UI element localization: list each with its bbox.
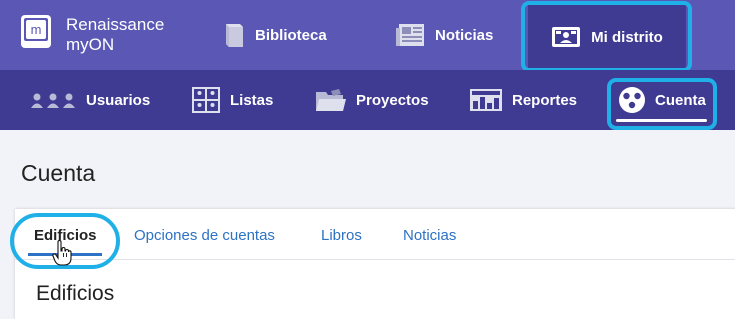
- tab-noticias[interactable]: Noticias: [403, 227, 456, 244]
- myon-logo-icon[interactable]: m: [20, 14, 54, 50]
- nav-usuarios[interactable]: Usuarios: [30, 70, 150, 130]
- brand-line1: Renaissance: [66, 15, 165, 34]
- book-icon: [223, 22, 245, 48]
- tab-opciones-de-cuentas[interactable]: Opciones de cuentas: [134, 227, 275, 244]
- hand-cursor-icon: [52, 239, 72, 271]
- nav-usuarios-label: Usuarios: [86, 91, 151, 109]
- nav-listas-label: Listas: [230, 91, 274, 109]
- nav-listas[interactable]: Listas: [191, 70, 273, 130]
- tab-bar: Edificios Opciones de cuentas Libros Not…: [15, 209, 735, 260]
- reports-icon: [469, 88, 503, 112]
- newspaper-icon: [395, 23, 425, 47]
- svg-text:m: m: [31, 22, 42, 37]
- nav-biblioteca-label: Biblioteca: [255, 26, 327, 44]
- nav-noticias[interactable]: Noticias: [395, 0, 493, 70]
- nav-reportes-label: Reportes: [512, 91, 578, 109]
- page-title: Cuenta: [21, 160, 96, 186]
- section-title: Edificios: [36, 282, 115, 305]
- tab-libros[interactable]: Libros: [321, 227, 362, 244]
- nav-biblioteca[interactable]: Biblioteca: [223, 0, 327, 70]
- highlight-cuenta: [607, 78, 717, 130]
- nav-noticias-label: Noticias: [435, 26, 494, 44]
- nav-reportes[interactable]: Reportes: [469, 70, 577, 130]
- nav-proyectos-label: Proyectos: [356, 91, 429, 109]
- account-card: Edificios Opciones de cuentas Libros Not…: [15, 209, 735, 319]
- brand-line2: myON: [66, 35, 115, 54]
- brand-name[interactable]: Renaissance myON: [66, 15, 164, 55]
- lists-icon: [191, 86, 221, 114]
- highlight-mi-distrito: [521, 1, 692, 72]
- users-icon: [30, 92, 77, 108]
- nav-proyectos[interactable]: Proyectos: [315, 70, 429, 130]
- folder-icon: [315, 88, 347, 112]
